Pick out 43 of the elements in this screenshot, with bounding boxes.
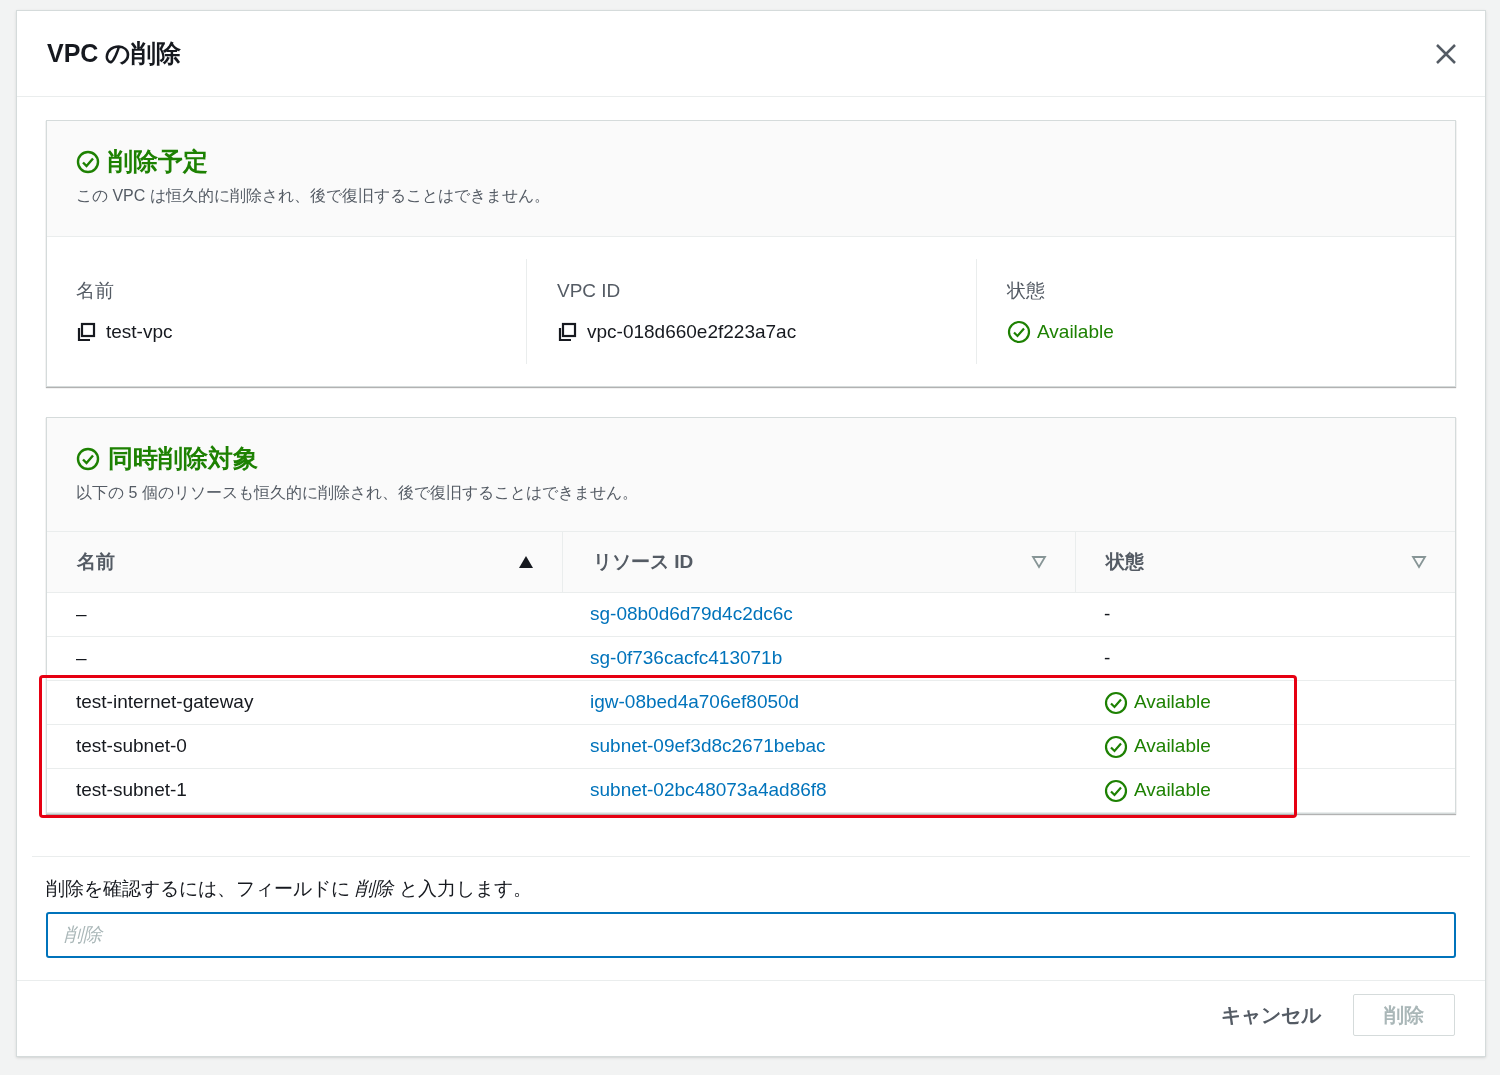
- copy-icon[interactable]: [76, 321, 96, 342]
- check-circle-icon: [1104, 690, 1128, 715]
- field-label: 状態: [1007, 279, 1046, 303]
- field-label: 名前: [76, 279, 115, 303]
- table-cell-text: -: [1104, 602, 1111, 627]
- dialog-title: VPC の削除: [47, 37, 182, 69]
- table-cell-text: test-subnet-0: [75, 734, 188, 759]
- check-circle-icon: [1104, 734, 1128, 759]
- sort-icon[interactable]: [1411, 555, 1427, 569]
- confirm-input-field[interactable]: 削除: [46, 911, 1456, 958]
- field-label: VPC ID: [557, 279, 622, 303]
- confirm-instruction: 削除を確認するには、フィールドに 削除 と入力します。: [46, 877, 533, 901]
- status-text: Available: [1037, 319, 1114, 344]
- status-text: Available: [1134, 778, 1211, 803]
- panel-heading: 同時削除対象: [108, 446, 258, 471]
- table-cell-text: -: [1104, 646, 1111, 671]
- sort-ascending-icon[interactable]: [518, 555, 534, 569]
- cancel-button[interactable]: キャンセル: [1217, 993, 1325, 1036]
- check-circle-icon: [76, 446, 100, 471]
- status-text: Available: [1134, 734, 1211, 759]
- table-cell-text: test-internet-gateway: [75, 690, 255, 715]
- panel-description: 以下の 5 個のリソースも恒久的に削除され、後で復旧することはできません。: [76, 483, 639, 503]
- column-header[interactable]: リソース ID: [593, 547, 694, 577]
- check-circle-icon: [1007, 319, 1031, 344]
- resource-link[interactable]: subnet-02bc48073a4ad86f8: [590, 779, 827, 801]
- resource-link[interactable]: igw-08bed4a706ef8050d: [590, 691, 800, 713]
- column-header[interactable]: 名前: [77, 547, 115, 577]
- table-cell-text: –: [75, 646, 88, 671]
- field-value: test-vpc: [106, 319, 173, 344]
- sort-icon[interactable]: [1031, 555, 1047, 569]
- table-cell-text: test-subnet-1: [75, 778, 188, 803]
- check-circle-icon: [1104, 778, 1128, 803]
- resource-link[interactable]: subnet-09ef3d8c2671bebac: [590, 735, 826, 757]
- copy-icon[interactable]: [557, 321, 577, 342]
- panel-description: この VPC は恒久的に削除され、後で復旧することはできません。: [76, 186, 551, 206]
- check-circle-icon: [76, 149, 100, 174]
- field-value: vpc-018d660e2f223a7ac: [587, 319, 797, 344]
- status-text: Available: [1134, 690, 1211, 715]
- column-header[interactable]: 状態: [1106, 547, 1144, 577]
- panel-heading: 削除予定: [108, 149, 208, 174]
- table-cell-text: –: [75, 602, 88, 627]
- resource-link[interactable]: sg-08b0d6d79d4c2dc6c: [590, 603, 793, 625]
- resource-link[interactable]: sg-0f736cacfc413071b: [590, 647, 783, 669]
